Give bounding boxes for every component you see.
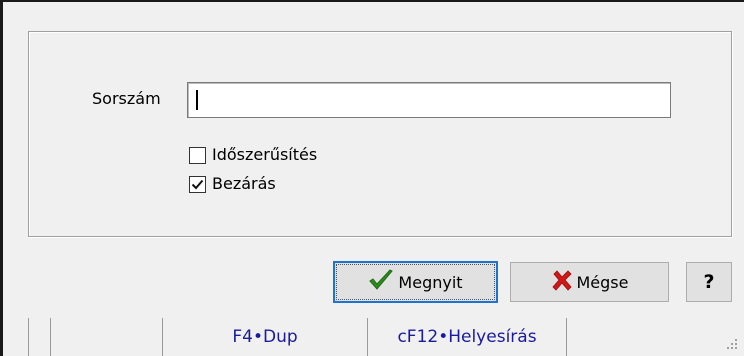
idoszerusites-checkbox[interactable]: [189, 147, 206, 164]
checkmark-icon: [191, 179, 204, 190]
bezaras-label[interactable]: Bezárás: [212, 174, 276, 193]
open-button[interactable]: Megnyit: [333, 261, 498, 303]
help-button[interactable]: ?: [686, 262, 732, 302]
window-left-border: [0, 0, 3, 356]
dialog-window: Sorszám Időszerűsítés Bezárás Megnyit Mé…: [0, 0, 744, 356]
open-button-label: Megnyit: [398, 272, 463, 292]
status-cell-1: [28, 318, 50, 356]
help-button-label: ?: [703, 271, 715, 293]
red-x-icon: [551, 269, 573, 295]
cancel-button[interactable]: Mégse: [510, 262, 669, 302]
sorszam-input[interactable]: [187, 82, 671, 118]
status-cell-helyesiras[interactable]: cF12•Helyesírás: [367, 318, 567, 356]
idoszerusites-label[interactable]: Időszerűsítés: [212, 145, 317, 164]
sorszam-label: Sorszám: [92, 89, 161, 108]
cancel-button-label: Mégse: [576, 272, 629, 292]
resize-grip-icon[interactable]: [726, 338, 738, 350]
green-checkmark-icon: [368, 268, 394, 296]
status-cell-f4-dup[interactable]: F4•Dup: [162, 318, 367, 356]
text-caret: [196, 90, 198, 110]
status-cell-2: [50, 318, 162, 356]
status-bar: F4•Dup cF12•Helyesírás: [28, 318, 744, 356]
options-groupbox: [28, 31, 732, 237]
window-top-border: [0, 0, 744, 2]
bezaras-checkbox[interactable]: [189, 176, 206, 193]
